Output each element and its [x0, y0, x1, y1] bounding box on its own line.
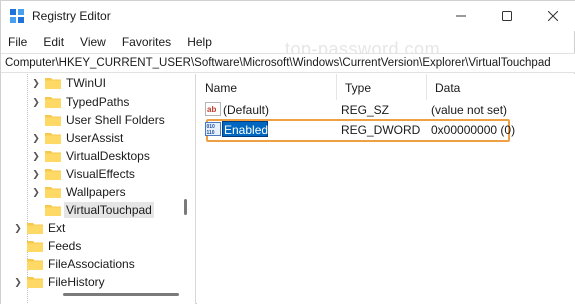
value-name: (Default) [223, 103, 270, 117]
chevron-right-icon[interactable]: ❯ [31, 147, 41, 165]
folder-icon [27, 241, 43, 252]
tree-item-label: Wallpapers [66, 185, 126, 199]
column-header-type[interactable]: Type [337, 74, 427, 100]
tree-item-label: User Shell Folders [66, 113, 165, 127]
tree-item[interactable]: User Shell Folders [31, 111, 167, 129]
close-icon [548, 11, 558, 21]
tree-horizontal-scrollbar[interactable] [63, 293, 179, 296]
value-data: 0x00000000 (0) [431, 123, 516, 137]
menu-help[interactable]: Help [179, 32, 220, 52]
chevron-right-icon[interactable]: ❯ [31, 183, 41, 201]
tree-item[interactable]: ❯ TypedPaths [31, 93, 131, 111]
value-data: (value not set) [431, 103, 508, 117]
minimize-button[interactable] [438, 1, 484, 31]
rename-name-input[interactable]: Enabled [222, 121, 268, 137]
chevron-right-icon[interactable]: ❯ [13, 219, 23, 237]
tree-pane[interactable]: ❯ TWinUI ❯ TypedPaths User Shell Folders… [1, 74, 196, 304]
value-row[interactable]: ab (Default) REG_SZ (value not set) [197, 100, 575, 120]
folder-icon [27, 223, 43, 234]
chevron-right-icon[interactable]: ❯ [31, 74, 41, 92]
tree-item-label: FileAssociations [48, 257, 135, 271]
folder-icon [27, 277, 43, 288]
minimize-icon [456, 15, 466, 17]
tree-item-label: VirtualDesktops [66, 149, 150, 163]
tree-item-selected[interactable]: VirtualTouchpad [31, 201, 154, 219]
svg-text:ab: ab [207, 105, 216, 114]
tree-item[interactable]: ❯ UserAssist [31, 129, 125, 147]
value-type: REG_SZ [341, 103, 390, 117]
chevron-right-icon[interactable]: ❯ [31, 93, 41, 111]
tree-item-label: Ext [48, 221, 66, 235]
folder-icon [45, 133, 61, 144]
value-row-selected[interactable]: 010 110 Enabled REG_DWORD 0x00000000 (0) [197, 120, 575, 140]
folder-icon [45, 205, 61, 216]
tree-item[interactable]: Feeds [13, 237, 83, 255]
tree-item-label: TWinUI [66, 76, 106, 90]
address-bar[interactable]: Computer\HKEY_CURRENT_USER\Software\Micr… [1, 53, 575, 73]
column-header-data[interactable]: Data [427, 74, 575, 100]
address-path[interactable]: Computer\HKEY_CURRENT_USER\Software\Micr… [5, 57, 551, 69]
menu-bar: File Edit View Favorites Help [1, 32, 575, 52]
tree-item[interactable]: FileAssociations [13, 255, 137, 273]
tree-item-label: FileHistory [48, 275, 105, 289]
chevron-right-icon[interactable]: ❯ [31, 129, 41, 147]
folder-icon [45, 169, 61, 180]
folder-icon [27, 259, 43, 270]
dword-value-icon: 010 110 [205, 122, 221, 136]
tree-vertical-scrollbar[interactable] [184, 199, 187, 215]
menu-favorites[interactable]: Favorites [114, 32, 179, 52]
value-type: REG_DWORD [341, 123, 421, 137]
tree-item[interactable]: ❯ VirtualDesktops [31, 147, 152, 165]
maximize-button[interactable] [484, 1, 530, 31]
tree-item-label: VisualEffects [66, 167, 135, 181]
column-header-name[interactable]: Name [197, 74, 337, 100]
tree-item-label: VirtualTouchpad [64, 202, 154, 218]
menu-edit[interactable]: Edit [35, 32, 72, 52]
folder-icon [45, 97, 61, 108]
tree-item-label: Feeds [48, 239, 82, 253]
folder-icon [45, 187, 61, 198]
tree-item[interactable]: ❯ Wallpapers [31, 183, 128, 201]
folder-icon [45, 78, 61, 89]
menu-view[interactable]: View [72, 32, 114, 52]
chevron-right-icon[interactable]: ❯ [13, 273, 23, 291]
tree-item[interactable]: ❯ FileHistory [13, 273, 107, 291]
window-title: Registry Editor [32, 9, 111, 23]
close-button[interactable] [530, 1, 575, 31]
menu-file[interactable]: File [1, 32, 35, 52]
tree-item-label: UserAssist [66, 131, 124, 145]
title-bar: Registry Editor [1, 1, 575, 31]
tree-item-label: TypedPaths [66, 95, 130, 109]
string-value-icon: ab [205, 102, 221, 116]
folder-icon [45, 151, 61, 162]
values-list-pane[interactable]: Name Type Data ab (Default) REG_SZ (valu… [197, 74, 575, 304]
folder-icon [45, 115, 61, 126]
maximize-icon [502, 11, 512, 21]
tree-item[interactable]: ❯ Ext [13, 219, 67, 237]
tree-item[interactable]: ❯ TWinUI [31, 74, 108, 92]
tree-item[interactable]: ❯ VisualEffects [31, 165, 137, 183]
chevron-right-icon[interactable]: ❯ [31, 165, 41, 183]
registry-editor-icon [10, 9, 24, 23]
registry-editor-window: Registry Editor File Edit View Favorites… [0, 0, 575, 304]
svg-text:110: 110 [207, 130, 215, 136]
